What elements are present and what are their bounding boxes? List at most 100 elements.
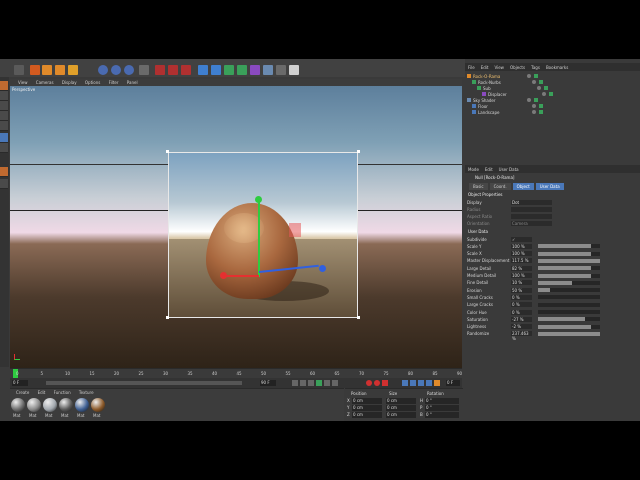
key-move-icon[interactable] xyxy=(402,380,408,386)
region-handle-bl[interactable] xyxy=(166,316,169,319)
key-scale-icon[interactable] xyxy=(410,380,416,386)
model-mode-icon[interactable] xyxy=(0,81,8,91)
timeline-range-bar[interactable] xyxy=(46,381,242,385)
polygons-mode-icon[interactable] xyxy=(0,121,8,131)
goto-start-icon[interactable] xyxy=(292,380,298,386)
enabled-check-icon[interactable] xyxy=(534,74,538,78)
key-pla-icon[interactable] xyxy=(434,380,440,386)
user-data-slider[interactable] xyxy=(538,280,600,285)
attr-menu-edit[interactable]: Edit xyxy=(485,167,493,172)
user-data-slider[interactable] xyxy=(538,317,600,322)
y-axis-handle-tip[interactable] xyxy=(255,196,262,203)
array-icon[interactable] xyxy=(237,65,247,75)
coord-rot[interactable]: 0 ° xyxy=(425,405,459,411)
play-icon[interactable] xyxy=(316,380,322,386)
user-data-slider[interactable] xyxy=(538,310,600,314)
region-handle-tr[interactable] xyxy=(357,150,360,153)
material-swatch[interactable] xyxy=(75,398,89,412)
user-data-slider[interactable] xyxy=(538,302,600,307)
viewport-menu-cameras[interactable]: Cameras xyxy=(36,80,54,85)
om-menu-tags[interactable]: Tags xyxy=(531,65,540,70)
step-forward-icon[interactable] xyxy=(324,380,330,386)
user-data-value[interactable]: 117.5 % xyxy=(511,258,532,264)
user-data-slider[interactable] xyxy=(538,295,600,300)
enabled-check-icon[interactable] xyxy=(539,110,543,114)
user-data-value[interactable]: 82 % xyxy=(511,265,532,271)
attr-menu-user-data[interactable]: User Data xyxy=(499,167,519,172)
texture-mode-icon[interactable] xyxy=(0,91,8,101)
render-view-icon[interactable] xyxy=(168,65,178,75)
visibility-dots-icon[interactable] xyxy=(532,110,536,114)
coord-pos[interactable]: 0 cm xyxy=(352,398,382,404)
rotate-icon[interactable] xyxy=(55,65,65,75)
user-data-slider[interactable] xyxy=(538,288,600,293)
camera-icon[interactable] xyxy=(276,65,286,75)
material-swatch[interactable] xyxy=(27,398,41,412)
user-data-value[interactable]: 100 % xyxy=(511,273,532,278)
z-axis-icon[interactable] xyxy=(124,65,134,75)
light-icon[interactable] xyxy=(289,65,299,75)
timeline-end-field[interactable]: 90 F xyxy=(260,380,276,386)
user-data-value[interactable]: 0 % xyxy=(511,302,532,308)
viewport-menu-filter[interactable]: Filter xyxy=(109,80,119,85)
enabled-check-icon[interactable] xyxy=(539,104,543,108)
user-data-value[interactable]: 0 % xyxy=(511,309,532,315)
om-menu-objects[interactable]: Objects xyxy=(510,65,525,70)
coord-size[interactable]: 0 cm xyxy=(386,412,416,418)
user-data-value[interactable]: 50 % xyxy=(511,287,532,293)
axis-mode-icon[interactable] xyxy=(0,133,8,143)
enabled-check-icon[interactable] xyxy=(544,86,548,90)
snap-icon[interactable] xyxy=(0,167,8,177)
user-data-slider[interactable] xyxy=(538,258,600,263)
property-value[interactable] xyxy=(511,206,552,212)
visibility-dots-icon[interactable] xyxy=(532,80,536,84)
subdivision-icon[interactable] xyxy=(224,65,234,75)
user-data-value[interactable]: 100 % xyxy=(511,251,532,257)
tab-user-data[interactable]: User Data xyxy=(535,183,564,190)
pen-icon[interactable] xyxy=(211,65,221,75)
enabled-check-icon[interactable] xyxy=(539,80,543,84)
visibility-dots-icon[interactable] xyxy=(537,86,541,90)
interactive-render-region[interactable] xyxy=(168,152,358,318)
scene-icon[interactable] xyxy=(263,65,273,75)
enabled-check-icon[interactable] xyxy=(549,92,553,96)
render-settings-icon[interactable] xyxy=(181,65,191,75)
timeline-ruler[interactable]: 0 5 10 15 20 25 30 35 40 45 50 55 60 65 70 75 80 85 90 xyxy=(10,368,462,378)
material-swatch[interactable] xyxy=(11,398,25,412)
tab-basic[interactable]: Basic xyxy=(469,183,488,190)
deformer-icon[interactable] xyxy=(250,65,260,75)
step-back-icon[interactable] xyxy=(300,380,306,386)
x-axis-handle[interactable] xyxy=(225,275,259,277)
user-data-value[interactable]: 0 % xyxy=(511,294,532,300)
user-data-slider[interactable] xyxy=(538,266,600,271)
enabled-check-icon[interactable] xyxy=(534,98,538,102)
viewport-menu-display[interactable]: Display xyxy=(62,80,77,85)
select-icon[interactable] xyxy=(68,65,78,75)
user-data-value[interactable]: -27 % xyxy=(511,316,532,322)
coord-size[interactable]: 0 cm xyxy=(386,405,416,411)
coord-rot[interactable]: 0 ° xyxy=(425,398,459,404)
viewport-3d[interactable]: Perspective xyxy=(10,86,462,368)
visibility-dots-icon[interactable] xyxy=(527,98,531,102)
z-axis-handle-tip[interactable] xyxy=(319,265,326,272)
timeline-current-field[interactable]: 0 F xyxy=(446,380,460,386)
play-back-icon[interactable] xyxy=(308,380,314,386)
material-swatch[interactable] xyxy=(59,398,73,412)
visibility-dots-icon[interactable] xyxy=(542,92,546,96)
cube-icon[interactable] xyxy=(198,65,208,75)
move-icon[interactable] xyxy=(30,65,40,75)
points-mode-icon[interactable] xyxy=(0,101,8,111)
key-param-icon[interactable] xyxy=(426,380,432,386)
user-data-slider[interactable] xyxy=(538,324,600,329)
user-data-value[interactable]: ✓ xyxy=(511,236,532,242)
material-menu-function[interactable]: Function xyxy=(54,390,71,395)
viewport-menu-view[interactable]: View xyxy=(18,80,28,85)
coord-pos[interactable]: 0 cm xyxy=(352,405,382,411)
material-menu-edit[interactable]: Edit xyxy=(38,390,46,395)
user-data-slider[interactable] xyxy=(538,244,600,249)
om-menu-view[interactable]: View xyxy=(494,65,504,70)
property-value[interactable] xyxy=(511,213,552,219)
region-handle-tl[interactable] xyxy=(166,150,169,153)
property-value[interactable]: Camera xyxy=(511,220,552,226)
y-axis-handle[interactable] xyxy=(258,201,260,277)
